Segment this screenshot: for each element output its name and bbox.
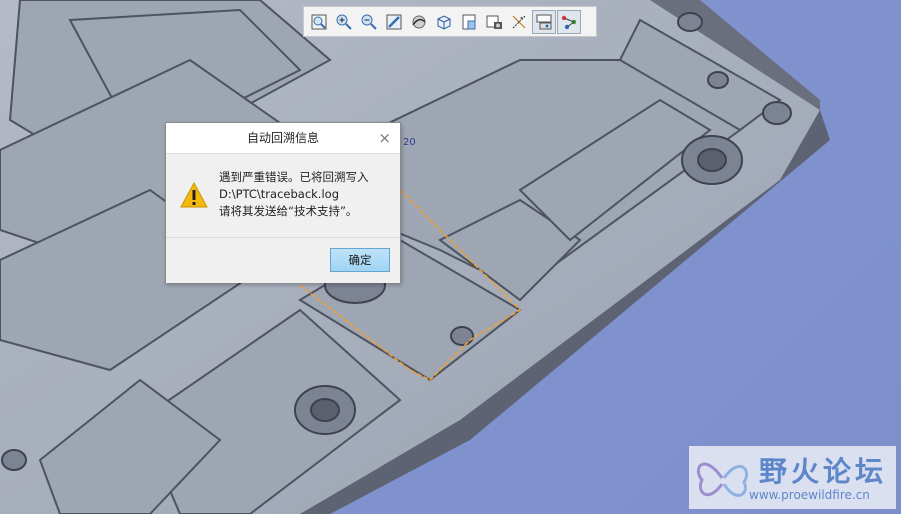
watermark-url: www.proewildfire.cn [749, 488, 870, 502]
saved-views-icon[interactable] [457, 10, 481, 34]
butterfly-logo-icon [696, 462, 748, 497]
dimension-label: 20 [403, 137, 416, 148]
forum-watermark: 野火论坛 www.proewildfire.cn [689, 446, 896, 509]
message-line-2: D:\PTC\traceback.log [219, 187, 339, 201]
reorient-icon[interactable] [407, 10, 431, 34]
zoom-in-icon[interactable] [332, 10, 356, 34]
datum-display-icon[interactable]: * [507, 10, 531, 34]
warning-icon [180, 182, 208, 208]
dialog-body: 遇到严重错误。已将回溯写入 D:\PTC\traceback.log 请将其发送… [166, 153, 400, 238]
close-icon[interactable]: × [378, 128, 391, 148]
graphics-toolbar: * [303, 6, 597, 37]
graphics-viewport[interactable] [0, 0, 901, 514]
cad-model [0, 0, 830, 514]
annotation-display-icon[interactable] [557, 9, 581, 34]
spin-center-icon[interactable] [532, 9, 556, 34]
message-line-1: 遇到严重错误。已将回溯写入 [219, 170, 369, 184]
dialog-title: 自动回溯信息 [166, 123, 400, 153]
svg-text:*: * [520, 16, 523, 23]
ok-button[interactable]: 确定 [330, 248, 390, 272]
dialog-footer: 确定 [166, 237, 400, 283]
zoom-fit-icon[interactable] [307, 10, 331, 34]
message-line-3: 请将其发送给“技术支持”。 [219, 204, 358, 218]
zoom-out-icon[interactable] [357, 10, 381, 34]
dialog-message: 遇到严重错误。已将回溯写入 D:\PTC\traceback.log 请将其发送… [219, 169, 369, 220]
repaint-icon[interactable] [382, 10, 406, 34]
traceback-dialog: 自动回溯信息 × 遇到严重错误。已将回溯写入 D:\PTC\traceback.… [165, 122, 401, 283]
view-manager-icon[interactable] [482, 10, 506, 34]
display-style-icon[interactable] [432, 10, 456, 34]
watermark-title: 野火论坛 [759, 455, 888, 488]
